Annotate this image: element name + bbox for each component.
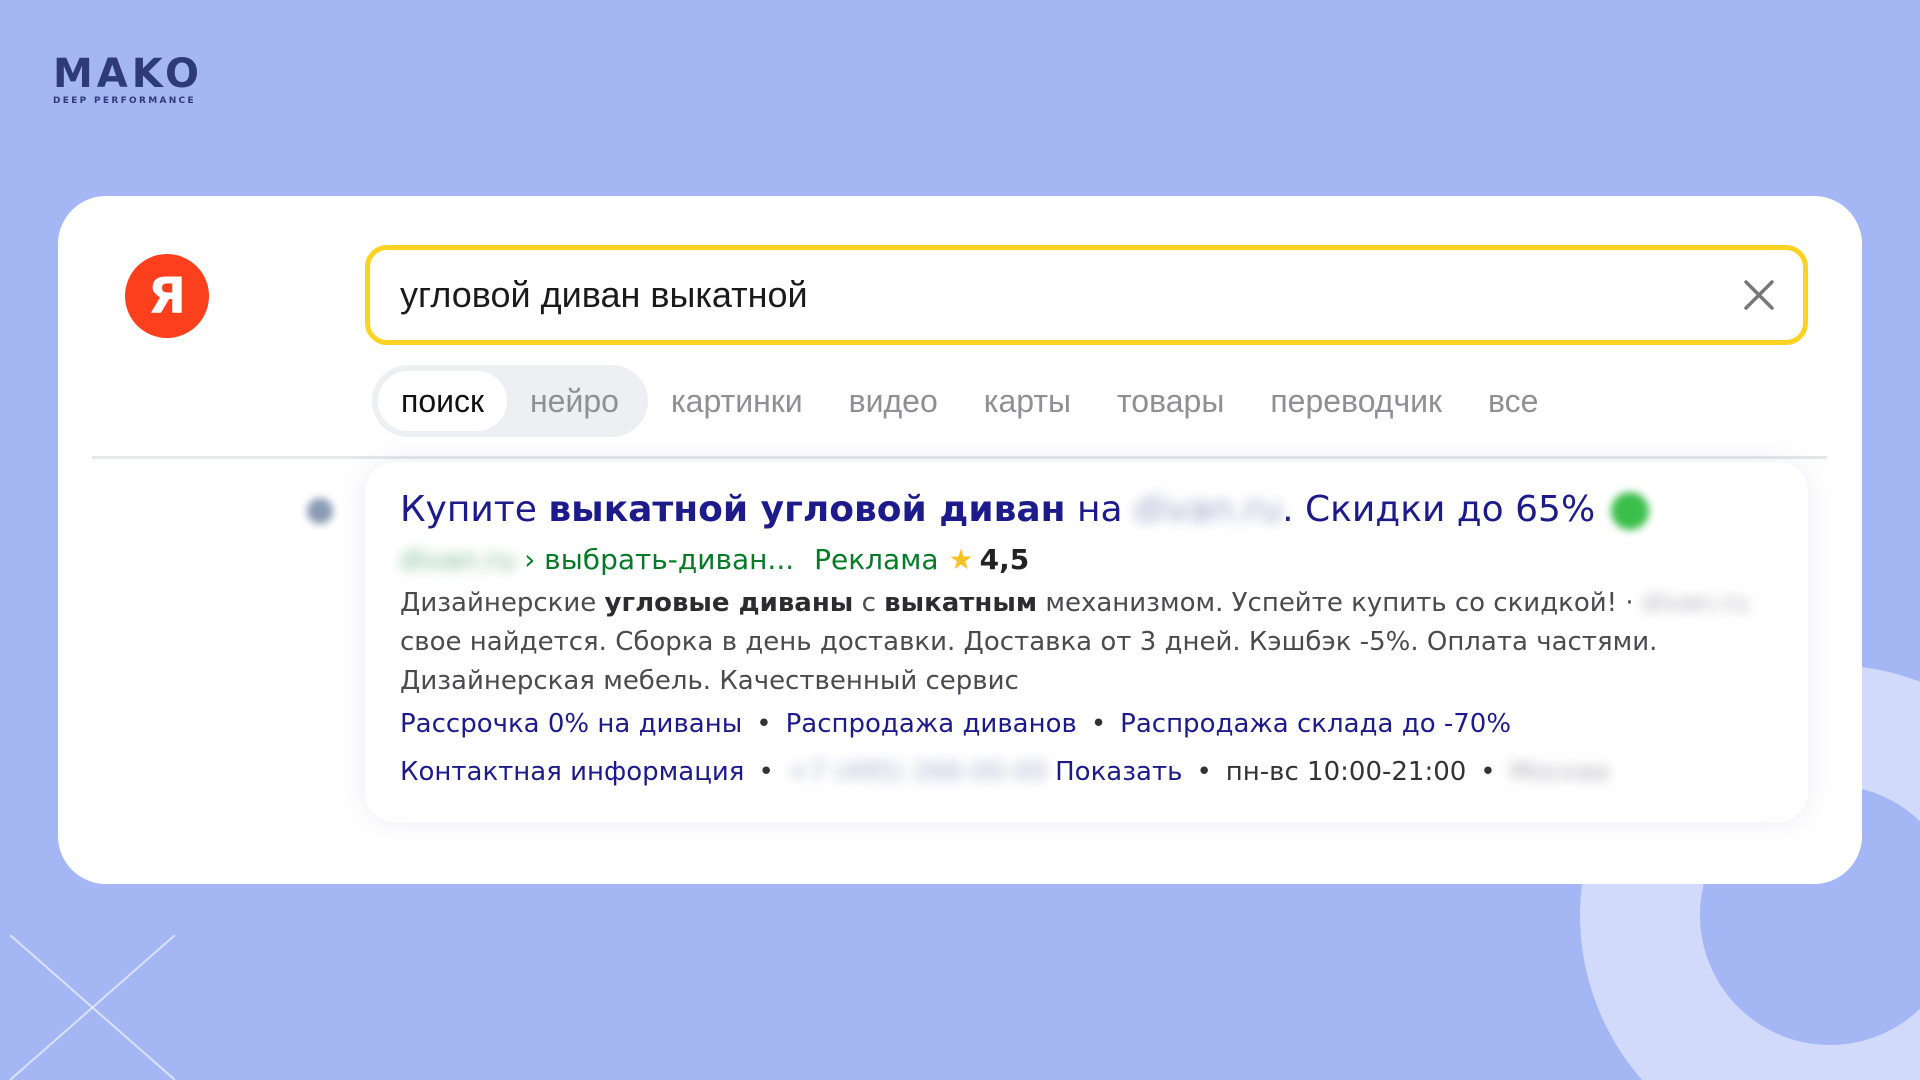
tab-translator[interactable]: переводчик — [1247, 371, 1465, 431]
ad-contacts: Контактная информация • +7 (495) 266-00-00… — [400, 752, 1609, 792]
ad-title-suffix: . Скидки до 65% — [1282, 489, 1596, 530]
ad-title-domain-blurred: divan.ru — [1134, 489, 1283, 530]
ad-text-blurred: divan.ru — [1641, 588, 1749, 618]
ad-text-part: с — [853, 588, 885, 618]
city-blurred: Москва — [1509, 757, 1610, 787]
ad-title-prefix: Купите — [400, 489, 549, 530]
search-box — [365, 245, 1808, 345]
tab-products[interactable]: товары — [1094, 371, 1247, 431]
brand-tagline: DEEP PERFORMANCE — [53, 96, 196, 106]
verified-badge-icon — [1611, 492, 1650, 530]
ad-result: Купите выкатной угловой диван на divan.r… — [365, 462, 1808, 822]
tab-pill-group: поиск нейро — [372, 365, 648, 437]
star-icon: ★ — [948, 543, 974, 576]
tabs-divider — [92, 456, 1827, 459]
phone-blurred: +7 (495) 266-00-00 — [787, 757, 1048, 787]
ad-url-line: divan.ru › выбрать-диван... Реклама ★ 4,5 — [400, 540, 1029, 580]
show-phone-link[interactable]: Показать — [1055, 757, 1182, 787]
sitelink-installment[interactable]: Рассрочка 0% на диваны — [400, 709, 742, 739]
sitelink-warehouse-sale[interactable]: Распродажа склада до -70% — [1120, 709, 1511, 739]
ad-title-bold: выкатной угловой диван — [548, 489, 1066, 530]
ad-url-path[interactable]: › выбрать-диван... — [515, 543, 794, 576]
ad-text-bold: угловые диваны — [604, 588, 854, 618]
tab-all[interactable]: все — [1465, 371, 1561, 431]
search-input[interactable] — [400, 250, 1700, 340]
ad-title[interactable]: Купите выкатной угловой диван на divan.r… — [400, 487, 1650, 533]
site-favicon-icon — [307, 498, 333, 524]
ad-title-middle: на — [1065, 489, 1135, 530]
decorative-cross-icon — [10, 935, 175, 1080]
ad-text-part: механизмом. Успейте купить со скидкой! · — [1037, 588, 1642, 618]
working-hours: пн-вс 10:00-21:00 — [1225, 757, 1467, 787]
ad-text-part: свое найдется. Сборка в день доставки. Д… — [400, 627, 1658, 696]
mako-logo: MAKO DEEP PERFORMANCE — [53, 54, 223, 106]
yandex-logo[interactable]: Я — [125, 254, 209, 338]
tab-search[interactable]: поиск — [378, 371, 507, 431]
separator: • — [1196, 757, 1212, 787]
close-icon[interactable] — [1740, 276, 1778, 314]
search-tabs: поиск нейро картинки видео карты товары … — [372, 365, 1561, 437]
tab-video[interactable]: видео — [826, 371, 961, 431]
brand-name: MAKO — [53, 51, 203, 97]
tab-neuro[interactable]: нейро — [507, 371, 642, 431]
separator: • — [756, 709, 772, 739]
tab-maps[interactable]: карты — [961, 371, 1094, 431]
ad-rating: 4,5 — [979, 543, 1030, 576]
separator: • — [758, 757, 774, 787]
contact-info-link[interactable]: Контактная информация — [400, 757, 744, 787]
sitelink-sofa-sale[interactable]: Распродажа диванов — [786, 709, 1077, 739]
separator: • — [1090, 709, 1107, 739]
ad-domain-blurred[interactable]: divan.ru — [400, 543, 515, 576]
ad-text-bold: выкатным — [884, 588, 1038, 618]
tab-images[interactable]: картинки — [648, 371, 826, 431]
ad-label: Реклама — [814, 543, 939, 576]
ad-text-part: Дизайнерские — [400, 588, 605, 618]
ad-sitelinks: Рассрочка 0% на диваны • Распродажа дивано… — [400, 704, 1511, 744]
separator: • — [1480, 757, 1496, 787]
ad-description: Дизайнерские угловые диваны с выкатным м… — [400, 584, 1790, 701]
